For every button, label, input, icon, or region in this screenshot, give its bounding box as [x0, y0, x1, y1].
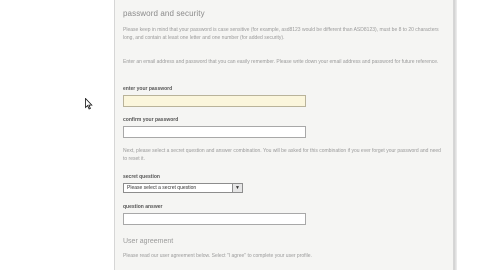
password-input[interactable]: [123, 95, 306, 107]
question-answer-label: question answer: [123, 204, 163, 210]
remember-text: Enter an email address and password that…: [123, 59, 439, 65]
secret-question-value: Please select a secret question: [127, 185, 197, 191]
password-label: enter your password: [123, 86, 173, 92]
user-agreement-text: Please read our user agreement below. Se…: [123, 253, 312, 259]
question-answer-input[interactable]: [123, 213, 306, 225]
secret-question-label: secret question: [123, 174, 160, 180]
arrow-cursor-icon: [85, 97, 93, 115]
user-agreement-title: User agreement: [123, 238, 174, 245]
secret-question-help-text: Next, please select a secret question an…: [123, 148, 441, 162]
panel-scroll-edge: [454, 0, 457, 270]
password-intro-text: Please keep in mind that your password i…: [123, 27, 439, 41]
secret-question-select[interactable]: Please select a secret question ▼: [123, 183, 243, 193]
chevron-down-icon[interactable]: ▼: [232, 184, 242, 192]
section-title: password and security: [123, 9, 205, 18]
confirm-password-input[interactable]: [123, 126, 306, 138]
confirm-password-label: confirm your password: [123, 117, 179, 123]
